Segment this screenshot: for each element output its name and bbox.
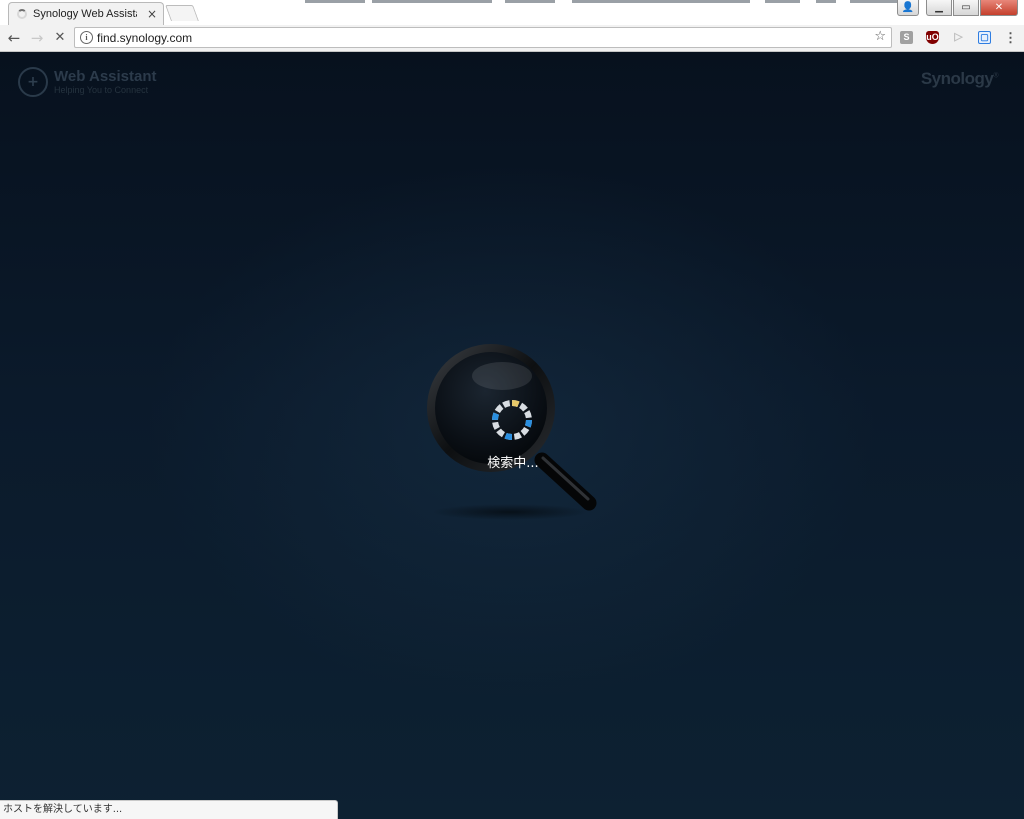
extension-arrow-icon[interactable]: ▷ xyxy=(952,31,965,44)
brand-name: Synology xyxy=(920,69,994,88)
titlebar-decoration xyxy=(372,0,492,3)
forward-arrow-icon[interactable]: → xyxy=(27,28,47,48)
status-bar: ホストを解決しています... xyxy=(0,800,338,819)
tab-strip: Synology Web Assistant × 👤 ▁ ▭ ✕ xyxy=(0,0,1024,25)
searching-label: 検索中... xyxy=(487,456,539,471)
magnifier-icon xyxy=(427,344,597,520)
web-assistant-logo: + Web Assistant Helping You to Connect xyxy=(18,67,157,97)
star-icon[interactable]: ☆ xyxy=(874,29,886,44)
url-text[interactable]: find.synology.com xyxy=(97,31,192,45)
new-tab-button[interactable] xyxy=(165,5,199,21)
lens-highlight xyxy=(472,362,532,390)
minimize-button[interactable]: ▁ xyxy=(926,0,952,16)
web-assistant-page: + Web Assistant Helping You to Connect S… xyxy=(0,52,1024,819)
brand-mark: ® xyxy=(993,72,998,80)
titlebar-decoration xyxy=(505,0,555,3)
browser-toolbar: ← → ✕ i find.synology.com ☆ S uO ▷ ▢ ⋮ xyxy=(0,25,1024,52)
ublock-icon[interactable]: uO xyxy=(926,31,939,44)
profile-button[interactable]: 👤 xyxy=(897,0,919,16)
titlebar-decoration xyxy=(305,0,365,3)
address-bar[interactable]: i find.synology.com ☆ xyxy=(74,27,892,48)
extension-blue-icon[interactable]: ▢ xyxy=(978,31,991,44)
tab-close-icon[interactable]: × xyxy=(147,7,157,21)
stop-icon[interactable]: ✕ xyxy=(50,28,70,48)
titlebar-decoration xyxy=(572,0,750,3)
tab-synology-web-assistant[interactable]: Synology Web Assistant × xyxy=(8,2,164,25)
synology-brand-logo: Synology® xyxy=(920,69,999,89)
magnifier-shadow xyxy=(432,504,588,520)
extension-s-icon[interactable]: S xyxy=(900,31,913,44)
back-arrow-icon[interactable]: ← xyxy=(4,28,24,48)
maximize-button[interactable]: ▭ xyxy=(953,0,979,16)
tab-title: Synology Web Assistant xyxy=(33,8,137,20)
titlebar-decoration xyxy=(816,0,836,3)
browser-menu-icon[interactable]: ⋮ xyxy=(1004,31,1017,44)
titlebar-decoration xyxy=(765,0,800,3)
window-controls: 👤 ▁ ▭ ✕ xyxy=(896,0,1018,16)
info-icon[interactable]: i xyxy=(80,31,93,44)
close-window-button[interactable]: ✕ xyxy=(980,0,1018,16)
logo-title: Web Assistant xyxy=(54,68,157,85)
tab-loading-icon xyxy=(17,9,27,19)
titlebar-decoration xyxy=(850,0,900,3)
web-assistant-logo-icon: + xyxy=(18,67,48,97)
logo-subtitle: Helping You to Connect xyxy=(54,85,149,95)
